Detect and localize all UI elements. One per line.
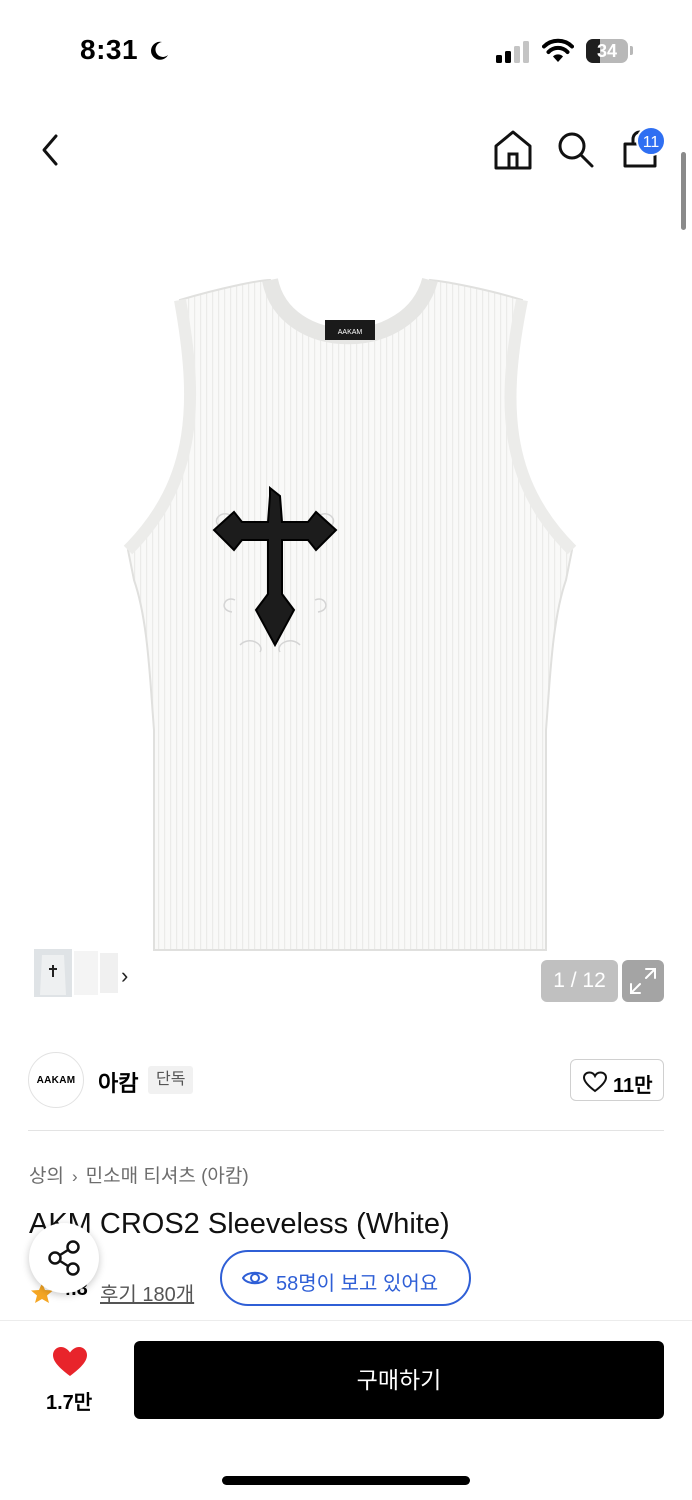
breadcrumb-subcategory[interactable]: 민소매 티셔츠 (아캄) [86,1166,249,1187]
brand-logo[interactable]: AAKAM [28,1052,84,1108]
battery-percent: 34 [596,41,618,61]
buy-button[interactable]: 구매하기 [134,1341,664,1419]
chevron-right-icon[interactable]: › [121,963,128,989]
status-time: 8:31 [80,34,139,65]
live-viewers-text: 58명이 보고 있어요 [276,1273,439,1295]
scroll-indicator [681,152,686,230]
wifi-icon [542,38,574,62]
exclusive-badge: 단독 [148,1066,194,1094]
share-icon [48,1240,80,1276]
back-icon[interactable] [34,130,70,170]
heart-outline-icon [583,1071,607,1093]
cellular-signal-icon [496,41,529,63]
moon-icon [151,41,168,60]
cart-count-badge: 11 [636,126,666,156]
divider [28,1130,664,1131]
home-indicator [222,1476,470,1485]
wishlist-count: 1.7만 [46,1392,93,1414]
share-button[interactable] [29,1223,99,1293]
battery-cap [630,46,633,55]
brand-like-count: 11만 [613,1075,653,1097]
breadcrumb-category[interactable]: 상의 [29,1166,64,1187]
eye-icon [242,1271,268,1285]
neck-label-text: AAKAM [338,329,363,336]
home-icon[interactable] [492,128,534,172]
image-page-counter: 1 / 12 [541,960,618,1002]
expand-icon[interactable] [622,960,664,1002]
brand-like-button[interactable]: 11만 [570,1059,664,1101]
live-viewers-badge: 58명이 보고 있어요 [220,1250,471,1306]
brand-name[interactable]: 아캄 [98,1066,138,1098]
battery-icon: 34 [586,39,628,63]
review-count-link[interactable]: 후기 180개 [100,1278,194,1307]
breadcrumb-separator: › [71,1167,78,1186]
status-bar: 8:31 34 [0,0,692,100]
search-icon[interactable] [556,130,596,170]
breadcrumb: 상의 › 민소매 티셔츠 (아캄) [29,1161,249,1188]
heart-filled-icon[interactable] [52,1346,88,1378]
product-photo[interactable]: AAKAM [110,260,590,960]
